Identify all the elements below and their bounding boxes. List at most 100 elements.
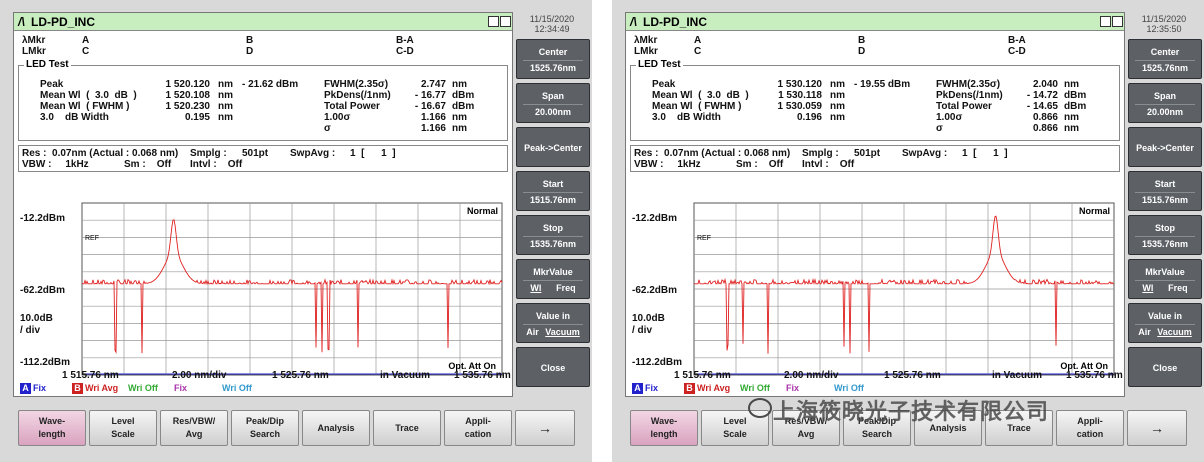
x-axis-medium-label: in Vacuum bbox=[992, 370, 1043, 381]
sigma-unit: nm bbox=[452, 123, 467, 134]
x-axis-stop-label: 1 535.76 nm bbox=[454, 370, 511, 381]
sigma-value: 0.866 bbox=[1032, 123, 1058, 134]
minimize-icon[interactable] bbox=[488, 16, 499, 27]
trace-label: Wri Avg bbox=[85, 383, 119, 393]
datetime: 11/15/2020 12:34:49 bbox=[516, 14, 588, 34]
spectrum-plot[interactable]: Normal REF Opt. Att On bbox=[14, 183, 512, 397]
softkey-option[interactable]: Wl bbox=[530, 281, 541, 295]
softkey-value: 1535.76nm bbox=[1135, 236, 1195, 251]
softkey-peak-center[interactable]: Peak->Center bbox=[1128, 127, 1202, 167]
sweep-avg-value: 1 [ 1 ] bbox=[962, 148, 1008, 159]
softkey-span[interactable]: Span 20.00nm bbox=[1128, 83, 1202, 123]
softkey-option[interactable]: Freq bbox=[1168, 281, 1188, 295]
softkey-span[interactable]: Span 20.00nm bbox=[516, 83, 590, 123]
softkey-option[interactable]: Freq bbox=[556, 281, 576, 295]
sampling-label: Smplg : bbox=[190, 148, 227, 159]
mean-wl-3db-unit: nm bbox=[830, 90, 845, 101]
next-page-button[interactable]: → bbox=[515, 410, 575, 446]
menu-key-appli-cation[interactable]: Appli-cation bbox=[444, 410, 512, 446]
osa-panel-right: /\ LD-PD_INC λMkr LMkr A B B-A C D C-D L… bbox=[612, 0, 1204, 462]
softkey-option[interactable]: Vacuum bbox=[1157, 325, 1192, 339]
sigma-1-unit: nm bbox=[1064, 112, 1079, 123]
anritsu-logo-icon: /\ bbox=[18, 15, 25, 29]
next-page-button[interactable]: → bbox=[1127, 410, 1187, 446]
softkey-option[interactable]: Air bbox=[1138, 325, 1151, 339]
menu-key-wave-length[interactable]: Wave-length bbox=[630, 410, 698, 446]
softkey-option[interactable]: Air bbox=[526, 325, 539, 339]
softkey-label: Value in bbox=[1147, 311, 1182, 321]
softkey-option[interactable]: Wl bbox=[1142, 281, 1153, 295]
total-power-label: Total Power bbox=[936, 101, 992, 112]
measurement-screen: /\ LD-PD_INC λMkr LMkr A B B-A C D C-D L… bbox=[625, 12, 1125, 397]
menu-key-analysis[interactable]: Analysis bbox=[302, 410, 370, 446]
maximize-icon[interactable] bbox=[500, 16, 511, 27]
menu-key-label: Level bbox=[111, 416, 135, 426]
menu-key-label: Trace bbox=[395, 423, 419, 433]
peak-power: - 19.55 dBm bbox=[854, 79, 911, 90]
softkey-value-in[interactable]: Value in Air Vacuum bbox=[1128, 303, 1202, 343]
menu-key-label: Avg bbox=[797, 429, 815, 439]
softkey-option[interactable]: Vacuum bbox=[545, 325, 580, 339]
menu-key-res-vbw-avg[interactable]: Res/VBW/Avg bbox=[160, 410, 228, 446]
pkdens-value: - 16.77 bbox=[414, 90, 446, 101]
menu-key-appli-cation[interactable]: Appli-cation bbox=[1056, 410, 1124, 446]
db-width-value: 0.195 bbox=[184, 112, 210, 123]
y-axis-top-label: -12.2dBm bbox=[632, 213, 678, 224]
trace-legend-item: B Wri Avg bbox=[72, 383, 118, 394]
softkey-close[interactable]: Close bbox=[516, 347, 590, 387]
softkey-label: Span bbox=[1153, 91, 1176, 101]
x-axis-medium-label: in Vacuum bbox=[380, 370, 431, 381]
total-power-value: - 14.65 bbox=[1026, 101, 1058, 112]
softkey-center[interactable]: Center 1525.76nm bbox=[516, 39, 590, 79]
sampling-value: 501pt bbox=[242, 148, 269, 159]
vbw-text: VBW : 1kHz bbox=[22, 159, 89, 170]
x-axis-center-label: 1 525.76 nm bbox=[272, 370, 329, 381]
trace-tag: B bbox=[684, 383, 695, 394]
peak-label: Peak bbox=[652, 79, 676, 90]
marker-a: A bbox=[694, 35, 702, 46]
menu-key-label: Scale bbox=[111, 429, 135, 439]
marker-b-a: B-A bbox=[1008, 35, 1026, 46]
marker-c: C bbox=[82, 46, 90, 57]
softkey-close[interactable]: Close bbox=[1128, 347, 1202, 387]
y-axis-top-label: -12.2dBm bbox=[20, 213, 66, 224]
softkey-value-in[interactable]: Value in Air Vacuum bbox=[516, 303, 590, 343]
date-text: 11/15/2020 bbox=[1141, 14, 1187, 24]
menu-key-wave-length[interactable]: Wave-length bbox=[18, 410, 86, 446]
softkey-center[interactable]: Center 1525.76nm bbox=[1128, 39, 1202, 79]
softkey-stop[interactable]: Stop 1535.76nm bbox=[1128, 215, 1202, 255]
mean-wl-fwhm-unit: nm bbox=[830, 101, 845, 112]
date-text: 11/15/2020 bbox=[529, 14, 575, 24]
db-width-value: 0.196 bbox=[796, 112, 822, 123]
minimize-icon[interactable] bbox=[1100, 16, 1111, 27]
pkdens-label: PkDens(/1nm) bbox=[324, 90, 391, 101]
softkey-stop[interactable]: Stop 1535.76nm bbox=[516, 215, 590, 255]
peak-label: Peak bbox=[40, 79, 64, 90]
maximize-icon[interactable] bbox=[1112, 16, 1123, 27]
softkey-start[interactable]: Start 1515.76nm bbox=[516, 171, 590, 211]
trace-tag: B bbox=[72, 383, 83, 394]
softkey-value: 20.00nm bbox=[523, 104, 583, 119]
menu-key-trace[interactable]: Trace bbox=[373, 410, 441, 446]
menu-key-label: Peak/Dip bbox=[245, 416, 285, 426]
softkey-label: MkrValue bbox=[1145, 267, 1185, 277]
spectrum-plot[interactable]: Normal REF Opt. Att On bbox=[626, 183, 1124, 397]
pkdens-value: - 14.72 bbox=[1026, 90, 1058, 101]
marker-d: D bbox=[858, 46, 866, 57]
y-axis-bottom-label: -112.2dBm bbox=[20, 357, 71, 368]
menu-key-peak-dipsearch[interactable]: Peak/Dip Search bbox=[231, 410, 299, 446]
menu-key-levelscale[interactable]: Level Scale bbox=[89, 410, 157, 446]
softkey-start[interactable]: Start 1515.76nm bbox=[1128, 171, 1202, 211]
trace-tag: A bbox=[632, 383, 643, 394]
sampling-label: Smplg : bbox=[802, 148, 839, 159]
trace-legend-item: B Wri Avg bbox=[684, 383, 730, 394]
trace-legend-item: Wri Off bbox=[832, 383, 864, 393]
softkey-mkrvalue[interactable]: MkrValue Wl Freq bbox=[1128, 259, 1202, 299]
softkey-mkrvalue[interactable]: MkrValue Wl Freq bbox=[516, 259, 590, 299]
softkey-peak-center[interactable]: Peak->Center bbox=[516, 127, 590, 167]
mean-wl-fwhm-label: Mean Wl ( FWHM ) bbox=[652, 101, 742, 112]
marker-d: D bbox=[246, 46, 254, 57]
spectrum-svg: NormalREFOpt. Att On bbox=[693, 202, 1115, 376]
softkey-label: Close bbox=[540, 363, 566, 373]
sigma-1-value: 0.866 bbox=[1032, 112, 1058, 123]
